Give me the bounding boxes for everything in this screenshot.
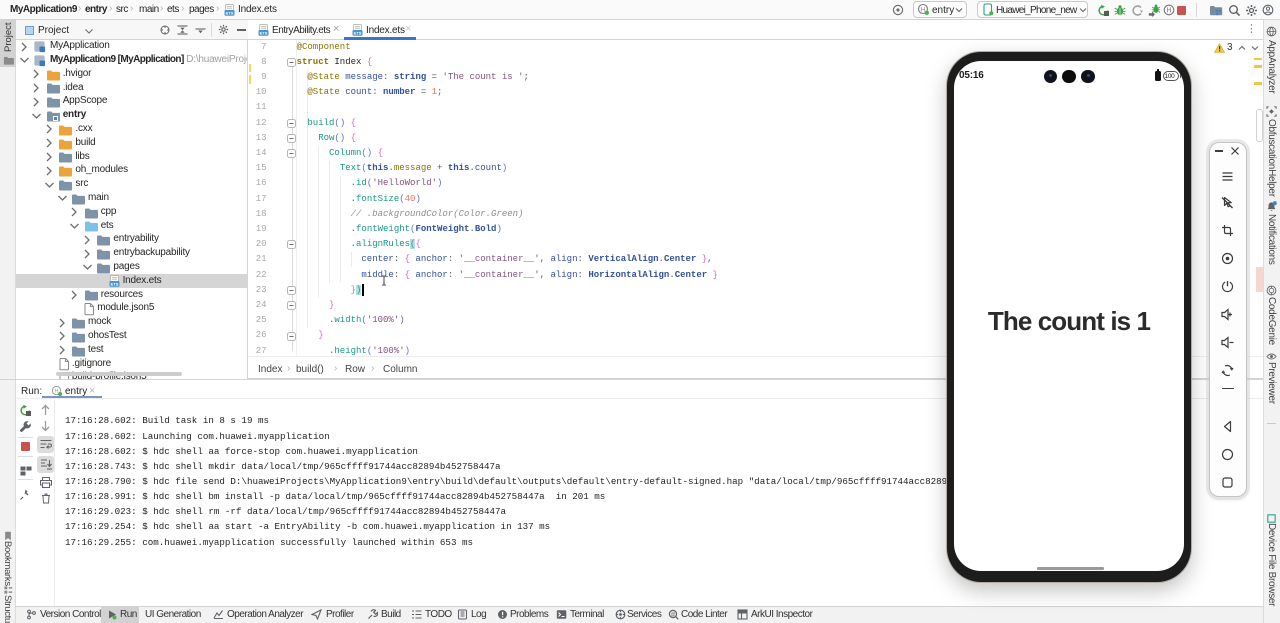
svg-text:H: H (55, 389, 59, 395)
svg-text:H: H (921, 7, 925, 13)
svg-text:H: H (1166, 8, 1171, 15)
svg-text:@: @ (670, 612, 675, 618)
